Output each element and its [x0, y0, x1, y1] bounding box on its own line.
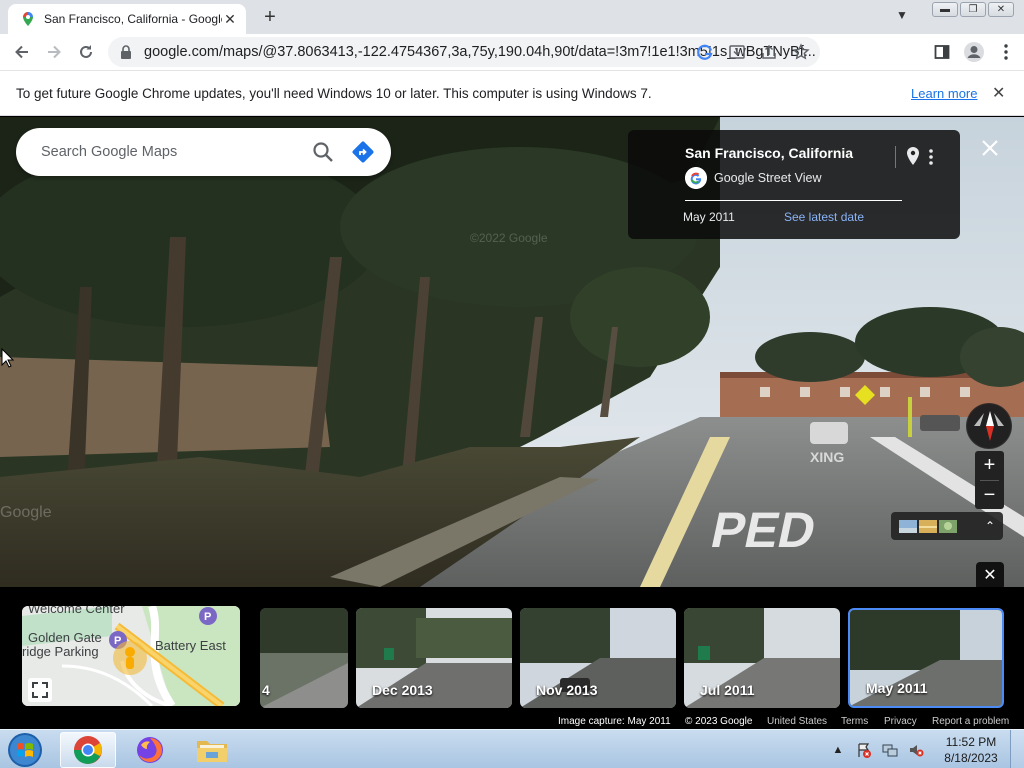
browser-toolbar: google.com/maps/@37.8063413,-122.4754367…	[0, 34, 1024, 70]
taskbar-clock[interactable]: 11:52 PM 8/18/2023	[932, 734, 1010, 766]
timeline-thumb-label: Dec 2013	[372, 682, 433, 698]
copyright-text: © 2023 Google	[685, 716, 753, 727]
country-link[interactable]: United States	[767, 716, 827, 727]
report-problem-link[interactable]: Report a problem	[932, 716, 1009, 727]
zoom-in-button[interactable]: +	[975, 451, 1004, 480]
window-controls: ▬ ❐ ✕	[932, 2, 1014, 17]
google-lens-icon[interactable]	[694, 41, 716, 63]
google-logo-icon	[685, 167, 707, 189]
map-thumb-icon[interactable]	[919, 519, 937, 533]
place-title: San Francisco, California	[685, 145, 854, 161]
update-infobar: To get future Google Chrome updates, you…	[0, 70, 1024, 116]
tab-strip: San Francisco, California - Google Maps …	[0, 0, 1024, 34]
satellite-thumb-icon[interactable]	[899, 519, 917, 533]
timeline-thumb-nov-2013[interactable]: Nov 2013	[520, 608, 676, 708]
privacy-link[interactable]: Privacy	[884, 716, 917, 727]
search-input[interactable]: Search Google Maps	[41, 144, 311, 160]
terrain-thumb-icon[interactable]	[939, 519, 957, 533]
thumb-image	[260, 608, 348, 708]
new-tab-button[interactable]: +	[258, 6, 282, 28]
reload-icon[interactable]	[70, 36, 102, 68]
map-label-welcome: Welcome Center	[28, 606, 125, 616]
back-arrow-icon[interactable]	[6, 36, 38, 68]
zoom-controls: + −	[975, 451, 1004, 509]
close-timeline-button[interactable]: ✕	[976, 562, 1004, 590]
taskbar-chrome-icon[interactable]	[60, 732, 116, 768]
system-tray: ▲ 11:52 PM 8/18/2023	[828, 730, 1024, 768]
install-app-icon[interactable]	[726, 41, 748, 63]
map-label-golden-gate: Golden Gate	[28, 630, 102, 645]
map-label-parking: ridge Parking	[22, 644, 99, 659]
more-options-icon[interactable]	[928, 148, 934, 166]
close-street-view-icon[interactable]	[978, 136, 1002, 160]
date-underline	[685, 200, 902, 201]
terms-link[interactable]: Terms	[841, 716, 868, 727]
minimize-button[interactable]: ▬	[932, 2, 958, 17]
learn-more-link[interactable]: Learn more	[911, 86, 977, 101]
forward-arrow-icon[interactable]	[38, 36, 70, 68]
windows-start-button-icon[interactable]	[4, 731, 46, 768]
address-bar[interactable]: google.com/maps/@37.8063413,-122.4754367…	[108, 37, 820, 67]
timeline-thumb-label: Nov 2013	[536, 682, 598, 698]
location-pin-icon[interactable]	[906, 147, 920, 165]
google-maps-favicon-icon	[23, 12, 33, 26]
bookmark-star-icon[interactable]	[790, 41, 812, 63]
infobar-close-icon[interactable]: ✕	[992, 83, 1005, 103]
show-hidden-icons-icon[interactable]: ▲	[828, 740, 848, 760]
timeline-thumb-dec-2013[interactable]: Dec 2013	[356, 608, 512, 708]
action-center-flag-icon[interactable]	[854, 740, 874, 760]
search-icon[interactable]	[311, 140, 335, 164]
card-divider	[895, 146, 896, 168]
show-desktop-button[interactable]	[1010, 730, 1024, 768]
timeline-thumb-label: Jul 2011	[700, 682, 755, 698]
volume-muted-icon[interactable]	[906, 740, 926, 760]
layers-toggle[interactable]: ⌃	[891, 512, 1003, 540]
share-icon[interactable]	[758, 41, 780, 63]
infobar-message: To get future Google Chrome updates, you…	[16, 85, 652, 101]
windows-taskbar: ▲ 11:52 PM 8/18/2023	[0, 729, 1024, 768]
zoom-out-button[interactable]: −	[975, 481, 1004, 510]
time-travel-filmstrip: P P Welcome Center Golden Gate ridge Par…	[0, 587, 1024, 729]
tab-search-chevron-icon[interactable]: ▼	[896, 8, 908, 22]
svg-text:PED: PED	[706, 502, 821, 558]
restore-button[interactable]: ❐	[960, 2, 986, 17]
lock-icon[interactable]	[118, 44, 134, 60]
clock-time: 11:52 PM	[945, 734, 997, 749]
capture-date-dropdown[interactable]: May 2011	[683, 210, 735, 224]
map-label-battery-east: Battery East	[155, 638, 226, 653]
svg-text:Google: Google	[0, 504, 52, 521]
timeline-thumb-label: 4	[262, 682, 270, 698]
tab-close-icon[interactable]: ✕	[222, 11, 238, 27]
timeline-thumb-label: May 2011	[866, 680, 928, 696]
mini-map[interactable]: P P Welcome Center Golden Gate ridge Par…	[22, 606, 240, 706]
compass-icon[interactable]	[966, 403, 1012, 449]
taskbar-explorer-icon[interactable]	[184, 732, 240, 768]
timeline-thumb-may-2011[interactable]: May 2011	[848, 608, 1004, 708]
tab-title: San Francisco, California - Google Maps	[44, 12, 222, 26]
maps-footer: Image capture: May 2011 © 2023 Google Un…	[0, 713, 1024, 729]
image-capture-text: Image capture: May 2011	[558, 716, 671, 727]
svg-text:P: P	[204, 611, 211, 623]
taskbar-firefox-icon[interactable]	[122, 732, 178, 768]
clock-date: 8/18/2023	[944, 750, 998, 765]
window-close-button[interactable]: ✕	[988, 2, 1014, 17]
expand-map-icon[interactable]	[28, 678, 52, 702]
street-view-info-card: San Francisco, California Google Street …	[628, 130, 960, 239]
svg-text:XING: XING	[810, 449, 844, 465]
svg-text:©2022 Google: ©2022 Google	[470, 231, 548, 245]
chrome-menu-kebab-icon[interactable]	[994, 40, 1018, 64]
network-icon[interactable]	[880, 740, 900, 760]
side-panel-icon[interactable]	[930, 40, 954, 64]
timeline-thumb-1[interactable]: 4	[260, 608, 348, 708]
timeline-thumb-jul-2011[interactable]: Jul 2011	[684, 608, 840, 708]
see-latest-date-link[interactable]: See latest date	[784, 210, 864, 224]
profile-avatar-icon[interactable]	[962, 40, 986, 64]
directions-icon[interactable]	[351, 140, 375, 164]
chevron-up-icon[interactable]: ⌃	[985, 519, 995, 533]
maps-search-box[interactable]: Search Google Maps	[16, 128, 391, 176]
tab-google-maps[interactable]: San Francisco, California - Google Maps …	[8, 4, 246, 34]
provider-label: Google Street View	[714, 171, 822, 185]
